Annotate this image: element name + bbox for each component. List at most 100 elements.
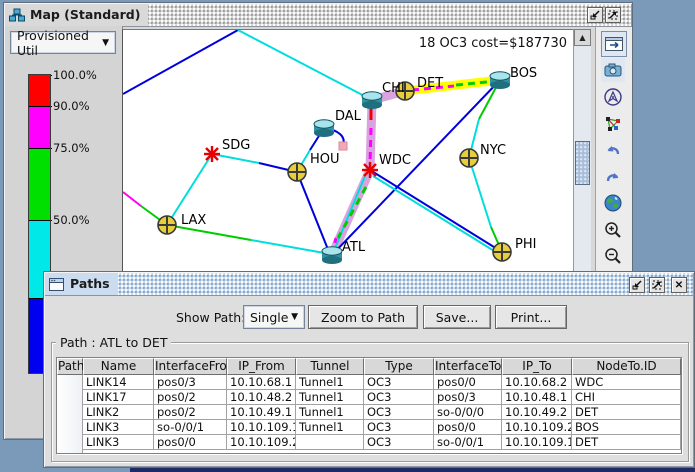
cell[interactable]: so-0/0/1 — [434, 435, 502, 450]
cell[interactable]: CHI — [572, 390, 681, 405]
cell[interactable]: pos0/2 — [154, 405, 227, 420]
map-maximize-button[interactable] — [605, 7, 621, 23]
scroll-up-button[interactable]: ▲ — [574, 29, 591, 46]
cell[interactable]: DET — [572, 435, 681, 450]
util-selector[interactable]: Provisioned Util ▼ — [10, 31, 116, 54]
cell[interactable]: OC3 — [364, 405, 434, 420]
cell[interactable]: 10.10.49.1 — [227, 405, 296, 420]
cell[interactable]: 10.10.68.1 — [227, 375, 296, 390]
legend-label-90: 90.0% — [53, 99, 90, 113]
table-row[interactable]: LINK3 so-0/0/1 10.10.109.1 Tunnel1 OC3 p… — [83, 420, 682, 435]
node-WDC-asterisk[interactable] — [362, 162, 378, 178]
link[interactable] — [370, 170, 502, 252]
redo-icon[interactable] — [601, 165, 625, 189]
zoom-to-path-button[interactable]: Zoom to Path — [308, 305, 418, 329]
graph-layout-icon[interactable] — [601, 112, 625, 136]
link[interactable] — [297, 172, 329, 252]
cell[interactable]: 10.10.109.1 — [227, 420, 296, 435]
show-path-select[interactable]: Single ▼ — [243, 305, 305, 329]
table-row[interactable]: LINK14 pos0/3 10.10.68.1 Tunnel1 OC3 pos… — [83, 375, 682, 390]
cell[interactable]: LINK3 — [83, 420, 154, 435]
cell[interactable]: 10.10.48.1 — [502, 390, 572, 405]
cell[interactable]: pos0/0 — [434, 420, 502, 435]
undo-icon[interactable] — [601, 138, 625, 162]
router-node-ATL[interactable] — [322, 247, 342, 264]
row-header[interactable]: Path — [57, 358, 83, 375]
cell[interactable]: OC3 — [364, 420, 434, 435]
zoom-out-icon[interactable] — [601, 244, 625, 268]
router-node-BOS[interactable] — [490, 72, 510, 89]
cell[interactable]: Tunnel1 — [296, 390, 364, 405]
router-node-CHI[interactable] — [362, 92, 382, 109]
table-row[interactable]: LINK2 pos0/2 10.10.49.1 Tunnel1 OC3 so-0… — [83, 405, 682, 420]
column-header[interactable]: NodeTo.ID — [572, 358, 681, 375]
node-LAX[interactable] — [158, 216, 176, 234]
scrollbar-thumb[interactable] — [575, 141, 590, 185]
link[interactable] — [212, 154, 259, 163]
cell[interactable]: OC3 — [364, 390, 434, 405]
cell[interactable]: Tunnel1 — [296, 375, 364, 390]
paths-close-button[interactable]: ✕ — [671, 277, 687, 293]
link[interactable] — [123, 30, 238, 94]
node-NYC[interactable] — [460, 149, 478, 167]
cell[interactable]: DET — [572, 405, 681, 420]
column-header[interactable]: InterfaceFro... — [154, 358, 227, 375]
cell[interactable]: Tunnel1 — [296, 405, 364, 420]
cell[interactable]: LINK3 — [83, 435, 154, 450]
cell[interactable]: 10.10.109.2 — [227, 435, 296, 450]
column-header[interactable]: IP_From — [227, 358, 296, 375]
cell[interactable]: pos0/0 — [434, 375, 502, 390]
cell[interactable]: 10.10.49.2 — [502, 405, 572, 420]
cell[interactable]: WDC — [572, 375, 681, 390]
site-marker[interactable] — [339, 142, 347, 150]
cell[interactable]: 10.10.48.2 — [227, 390, 296, 405]
map-restore-button[interactable] — [587, 7, 603, 23]
cell[interactable]: pos0/2 — [154, 390, 227, 405]
column-header[interactable]: IP_To — [502, 358, 572, 375]
column-header[interactable]: Name — [83, 358, 154, 375]
cell[interactable]: pos0/3 — [154, 375, 227, 390]
paths-titlebar[interactable]: Paths ✕ — [45, 273, 693, 296]
cell[interactable]: pos0/0 — [154, 435, 227, 450]
cell[interactable]: Tunnel1 — [296, 420, 364, 435]
cell[interactable]: so-0/0/0 — [434, 405, 502, 420]
node-PHI[interactable] — [493, 243, 511, 261]
node-SDG-asterisk[interactable] — [204, 146, 220, 162]
link[interactable] — [123, 192, 141, 206]
map-titlebar[interactable]: Map (Standard) — [5, 4, 631, 27]
cell[interactable]: OC3 — [364, 435, 434, 450]
snapshot-icon[interactable] — [601, 58, 625, 82]
link[interactable] — [167, 225, 251, 240]
link[interactable] — [373, 176, 499, 254]
cell[interactable]: OC3 — [364, 375, 434, 390]
column-header[interactable]: Type — [364, 358, 434, 375]
paths-maximize-button[interactable] — [649, 277, 665, 293]
link[interactable] — [332, 80, 500, 255]
router-node-DAL[interactable] — [314, 120, 334, 137]
paths-restore-button[interactable] — [629, 277, 645, 293]
cell[interactable] — [296, 435, 364, 450]
column-header[interactable]: Tunnel — [296, 358, 364, 375]
cell[interactable]: 10.10.109.2 — [502, 420, 572, 435]
link[interactable] — [238, 30, 372, 100]
cell[interactable]: BOS — [572, 420, 681, 435]
cell[interactable]: 10.10.68.2 — [502, 375, 572, 390]
cell[interactable]: 10.10.109.1 — [502, 435, 572, 450]
world-icon[interactable] — [601, 191, 625, 215]
table-row[interactable]: LINK17 pos0/2 10.10.48.2 Tunnel1 OC3 pos… — [83, 390, 682, 405]
overview-panel-icon[interactable] — [601, 31, 627, 57]
save-button[interactable]: Save... — [423, 305, 491, 329]
link[interactable] — [469, 158, 491, 227]
cell[interactable]: so-0/0/1 — [154, 420, 227, 435]
cell[interactable]: LINK14 — [83, 375, 154, 390]
link[interactable] — [251, 240, 330, 254]
compass-icon[interactable] — [601, 85, 625, 109]
column-header[interactable]: InterfaceTo — [434, 358, 502, 375]
cell[interactable]: LINK17 — [83, 390, 154, 405]
zoom-in-icon[interactable] — [601, 218, 625, 242]
cell[interactable]: pos0/3 — [434, 390, 502, 405]
table-row[interactable]: LINK3 pos0/0 10.10.109.2 OC3 so-0/0/1 10… — [83, 435, 682, 450]
node-HOU[interactable] — [288, 163, 306, 181]
cell[interactable]: LINK2 — [83, 405, 154, 420]
print-button[interactable]: Print... — [495, 305, 567, 329]
